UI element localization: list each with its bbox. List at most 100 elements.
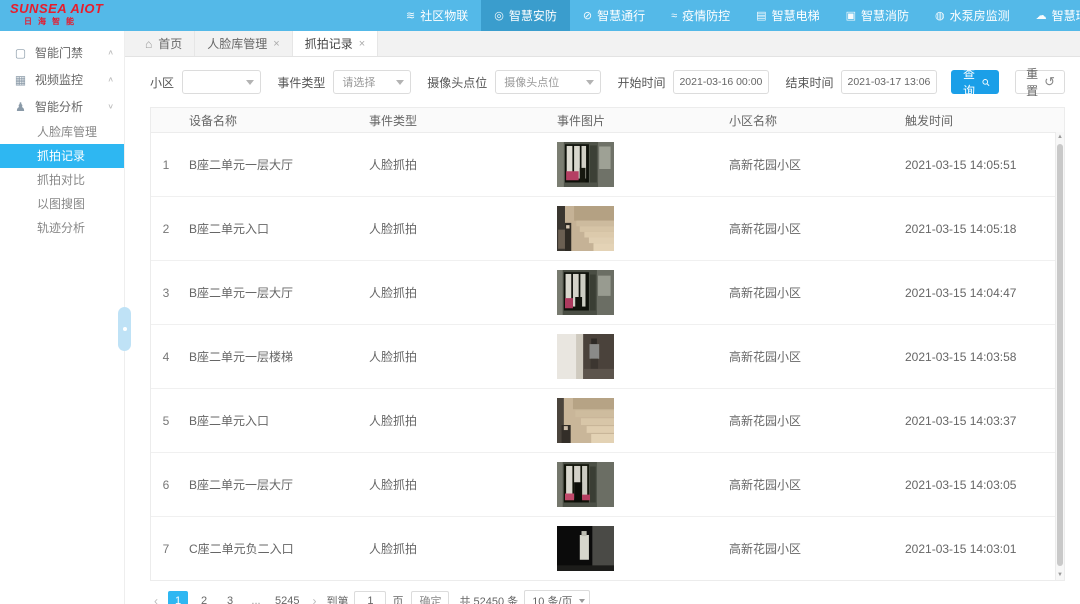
sidebar-group-0[interactable]: ▢ 智能门禁 ∧ [0,39,124,66]
scroll-up-icon[interactable]: ▲ [1056,134,1064,140]
table-row[interactable]: 1 B座二单元一层大厅 人脸抓拍 高新花园小区 2021-03-15 14:05… [151,133,1064,197]
table-row[interactable]: 6 B座二单元一层大厅 人脸抓拍 高新花园小区 2021-03-15 14:03… [151,453,1064,517]
row-index: 3 [151,261,181,324]
end-time-input[interactable] [841,70,937,94]
pump-room-icon: ◍ [935,9,945,22]
trigger-time-cell: 2021-03-15 14:04:47 [897,261,1064,324]
community-name-cell: 高新花园小区 [721,517,897,580]
chevron-up-icon: ∧ [107,75,114,84]
page-button-1[interactable]: 1 [168,591,188,604]
prev-page-icon[interactable]: ‹ [150,594,162,604]
sidebar-group-1[interactable]: ▦ 视频监控 ∧ [0,66,124,93]
table-row[interactable]: 5 B座二单元入口 人脸抓拍 高新花园小区 2021-03-15 14:03:3… [151,389,1064,453]
scrollbar-thumb[interactable] [1057,144,1063,566]
community-name-cell: 高新花园小区 [721,133,897,196]
nav-item-5[interactable]: ▣ 智慧消防 [833,0,922,31]
event-type-select[interactable]: 请选择 [333,70,411,94]
logo-text-cn: 日海智能 [10,16,128,27]
tab-0[interactable]: ⌂ 首页 [133,31,195,56]
epidemic-control-icon: ≈ [671,10,677,22]
nav-item-label: 水泵房监测 [950,7,1010,24]
start-time-label: 开始时间 [617,74,665,91]
community-select[interactable] [182,70,261,94]
goto-page-input[interactable] [354,591,386,604]
fire-safety-icon: ▣ [846,9,856,22]
row-index: 2 [151,197,181,260]
trigger-time-cell: 2021-03-15 14:03:05 [897,453,1064,516]
device-name-cell: B座二单元一层楼梯 [181,325,361,388]
event-snapshot-night-entrance-capture[interactable] [557,526,614,571]
tab-bar: ⌂ 首页 人脸库管理 × 抓拍记录 × [125,31,1080,57]
camera-filter-label: 摄像头点位 [427,74,487,91]
table-row[interactable]: 3 B座二单元一层大厅 人脸抓拍 高新花园小区 2021-03-15 14:04… [151,261,1064,325]
page-button-5245[interactable]: 5245 [272,591,302,604]
tab-2[interactable]: 抓拍记录 × [293,31,378,56]
page-size-select[interactable]: 10 条/页 [524,590,589,604]
start-time-input[interactable] [673,70,769,94]
search-button[interactable]: 查询 [951,70,999,94]
event-type-select-value: 请选择 [342,74,375,90]
table-row[interactable]: 7 C座二单元负二入口 人脸抓拍 高新花园小区 2021-03-15 14:03… [151,517,1064,580]
sidebar-item-label: 人脸库管理 [37,125,97,139]
camera-select[interactable]: 摄像头点位 [495,70,601,94]
page-button-3[interactable]: 3 [220,591,240,604]
sidebar-group-2[interactable]: ♟ 智能分析 ∨ [0,93,124,120]
tab-label: 人脸库管理 [207,35,267,52]
nav-item-0[interactable]: ≋ 社区物联 [393,0,481,31]
community-name-cell: 高新花园小区 [721,261,897,324]
reset-icon: ↺ [1044,74,1055,90]
sidebar-collapse-handle[interactable] [118,307,131,351]
sidebar-item-4[interactable]: 轨迹分析 [0,216,124,240]
column-header: 事件类型 [361,108,549,132]
reset-button[interactable]: 重置 ↺ [1015,70,1065,94]
nav-item-7[interactable]: ☁ 智慧环境 [1023,0,1080,31]
sidebar-item-3[interactable]: 以图搜图 [0,192,124,216]
close-icon[interactable]: × [273,38,279,50]
sidebar-item-1[interactable]: 抓拍记录 [0,144,124,168]
table-row[interactable]: 2 B座二单元入口 人脸抓拍 高新花园小区 2021-03-15 14:05:1… [151,197,1064,261]
sidebar-item-0[interactable]: 人脸库管理 [0,120,124,144]
goto-confirm-button[interactable]: 确定 [411,591,449,604]
nav-item-2[interactable]: ⊘ 智慧通行 [570,0,658,31]
nav-item-1[interactable]: ◎ 智慧安防 [481,0,570,31]
next-page-icon[interactable]: › [308,594,320,604]
nav-item-4[interactable]: ▤ 智慧电梯 [743,0,832,31]
chevron-down-icon [246,80,254,85]
event-snapshot-dark-doorway-capture[interactable] [557,462,614,507]
trigger-time-cell: 2021-03-15 14:03:01 [897,517,1064,580]
main-panel: ⌂ 首页 人脸库管理 × 抓拍记录 × 小区 事件类型 请选择 [125,31,1080,604]
event-type-cell: 人脸抓拍 [361,453,549,516]
row-index: 6 [151,453,181,516]
capture-table: 设备名称事件类型事件图片小区名称触发时间 1 B座二单元一层大厅 人脸抓拍 高新… [150,107,1065,581]
event-snapshot-beige-stairs-capture[interactable] [557,206,614,251]
event-type-filter-label: 事件类型 [277,74,325,91]
filter-bar: 小区 事件类型 请选择 摄像头点位 摄像头点位 开始时间 [150,70,1065,94]
total-count-label: 共 52450 条 [459,593,518,604]
sidebar-group-label: 智能门禁 [35,44,83,61]
event-type-cell: 人脸抓拍 [361,517,549,580]
tab-label: 抓拍记录 [305,35,353,52]
event-snapshot-stairwell-person-capture[interactable] [557,334,614,379]
topbar: SUNSEA AIOT 日海智能 ≋ 社区物联 ◎ 智慧安防 ⊘ 智慧通行 ≈ … [0,0,1080,31]
close-icon[interactable]: × [359,38,365,50]
logo-text-en: SUNSEA AIOT [10,2,128,16]
chevron-down-icon [586,80,594,85]
end-time-label: 结束时间 [785,74,833,91]
event-snapshot-beige-stairs-capture[interactable] [557,398,614,443]
event-snapshot-dark-doorway-capture[interactable] [557,270,614,315]
event-snapshot-dark-doorway-capture[interactable] [557,142,614,187]
tab-1[interactable]: 人脸库管理 × [195,31,292,56]
environment-icon: ☁ [1036,9,1047,22]
home-icon: ⌂ [145,37,152,51]
sidebar-group-label: 智能分析 [35,98,83,115]
page-button-2[interactable]: 2 [194,591,214,604]
nav-item-label: 智慧电梯 [772,7,820,24]
sidebar-item-2[interactable]: 抓拍对比 [0,168,124,192]
nav-item-6[interactable]: ◍ 水泵房监测 [922,0,1023,31]
table-scrollbar[interactable]: ▲ ▼ [1055,132,1064,580]
nav-item-3[interactable]: ≈ 疫情防控 [658,0,743,31]
security-shield-icon: ◎ [494,9,504,22]
device-name-cell: B座二单元一层大厅 [181,453,361,516]
table-row[interactable]: 4 B座二单元一层楼梯 人脸抓拍 高新花园小区 2021-03-15 14:03… [151,325,1064,389]
scroll-down-icon[interactable]: ▼ [1056,572,1064,578]
